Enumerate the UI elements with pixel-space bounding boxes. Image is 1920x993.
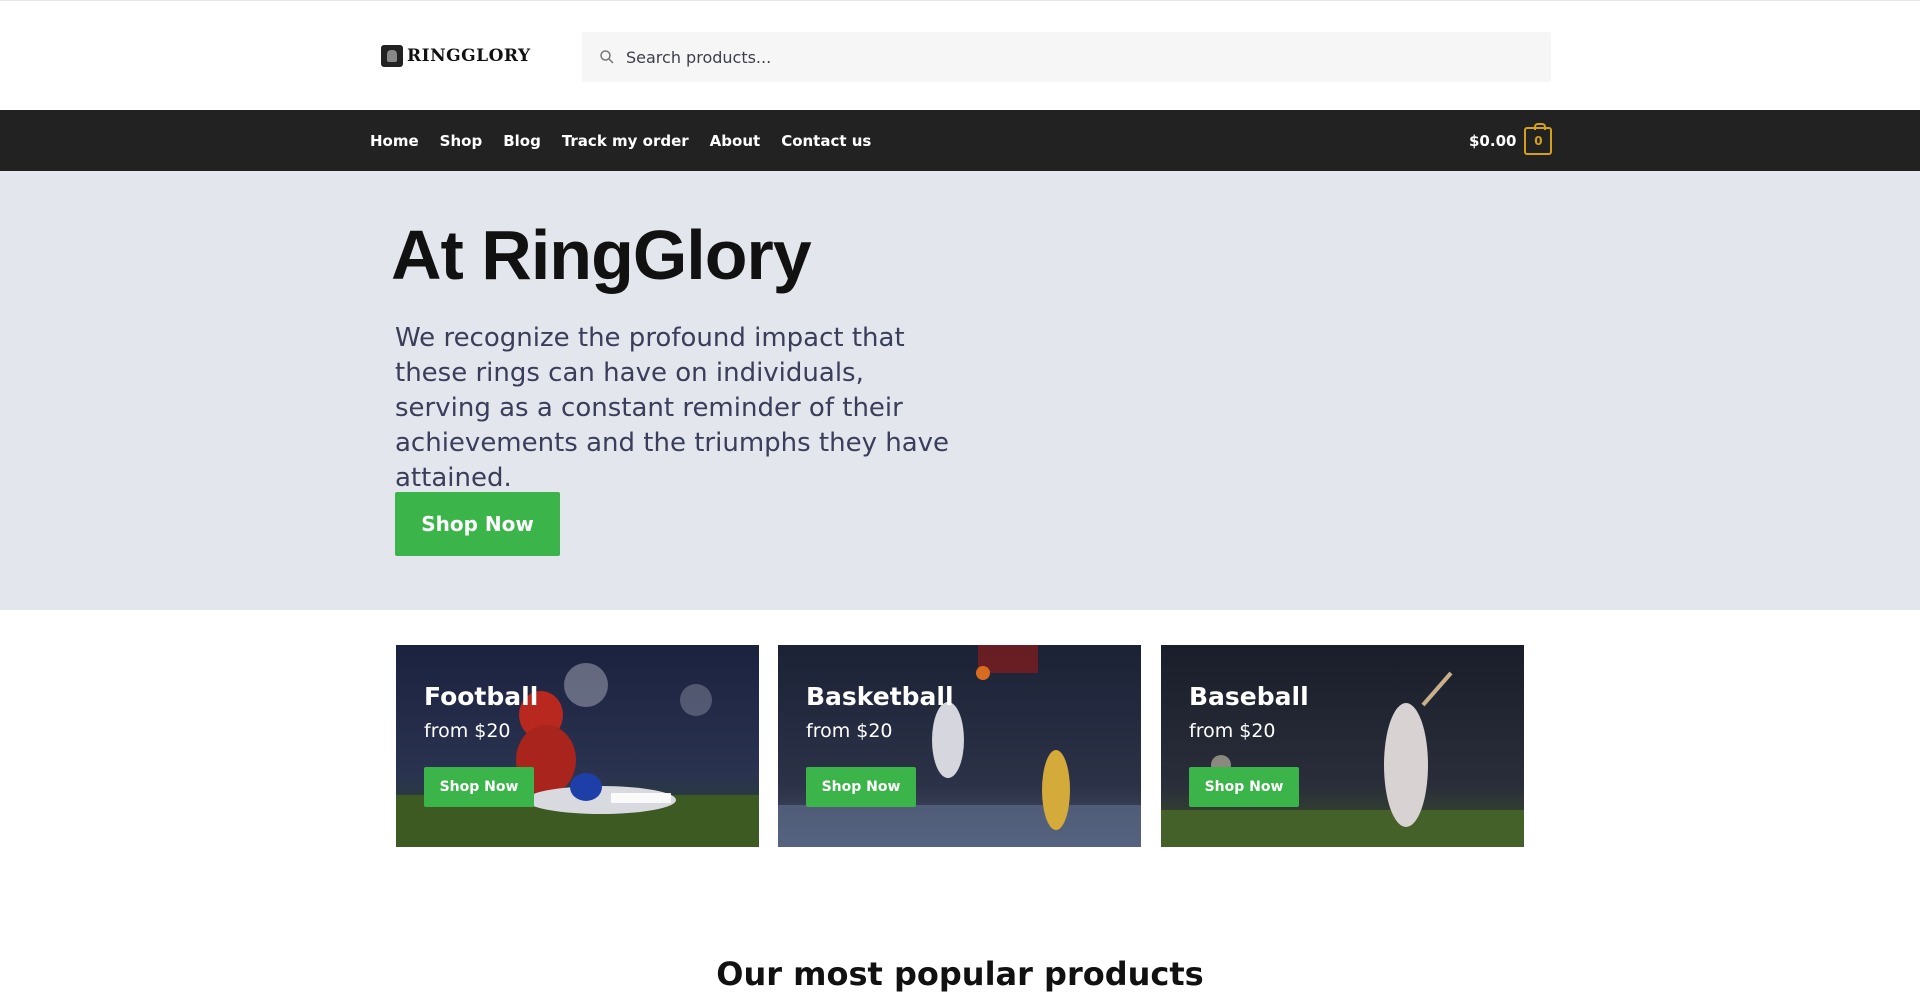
search-input[interactable] <box>626 32 1526 82</box>
hero-description: We recognize the profound impact that th… <box>395 323 950 493</box>
site-header: RINGGLORY <box>0 0 1920 110</box>
category-title: Football <box>424 682 539 711</box>
category-card-basketball[interactable]: Basketball from $20 Shop Now <box>778 645 1141 847</box>
cart-count-badge: 0 <box>1524 123 1553 155</box>
search-bar <box>582 32 1551 82</box>
category-title: Basketball <box>806 682 954 711</box>
category-price: from $20 <box>424 720 511 742</box>
basketball-shop-now-button[interactable]: Shop Now <box>806 767 916 807</box>
site-logo[interactable]: RINGGLORY <box>381 45 531 67</box>
nav-item-about[interactable]: About <box>710 132 761 150</box>
nav-menu: Home Shop Blog Track my order About Cont… <box>370 110 892 171</box>
search-icon <box>600 50 614 64</box>
nav-item-contact[interactable]: Contact us <box>781 132 871 150</box>
football-shop-now-button[interactable]: Shop Now <box>424 767 534 807</box>
nav-item-home[interactable]: Home <box>370 132 419 150</box>
cart-link[interactable]: $0.00 0 <box>1469 123 1553 156</box>
hero-banner: At RingGlory We recognize the profound i… <box>0 171 1920 610</box>
nav-item-shop[interactable]: Shop <box>440 132 483 150</box>
logo-icon <box>381 45 403 67</box>
category-cards: Football from $20 Shop Now Basketball fr… <box>0 645 1920 847</box>
category-price: from $20 <box>806 720 893 742</box>
cart-total: $0.00 <box>1469 132 1517 150</box>
hero-title: At RingGlory <box>391 216 812 294</box>
football-image <box>396 645 759 847</box>
logo-text: RINGGLORY <box>407 46 531 66</box>
baseball-image <box>1161 645 1524 847</box>
hero-shop-now-button[interactable]: Shop Now <box>395 492 560 556</box>
category-card-baseball[interactable]: Baseball from $20 Shop Now <box>1161 645 1524 847</box>
category-price: from $20 <box>1189 720 1276 742</box>
nav-item-track-order[interactable]: Track my order <box>562 132 689 150</box>
main-navigation: Home Shop Blog Track my order About Cont… <box>0 110 1920 171</box>
category-card-football[interactable]: Football from $20 Shop Now <box>396 645 759 847</box>
category-title: Baseball <box>1189 682 1309 711</box>
popular-products-heading: Our most popular products <box>716 955 1204 993</box>
nav-item-blog[interactable]: Blog <box>503 132 541 150</box>
baseball-shop-now-button[interactable]: Shop Now <box>1189 767 1299 807</box>
basketball-image <box>778 645 1141 847</box>
